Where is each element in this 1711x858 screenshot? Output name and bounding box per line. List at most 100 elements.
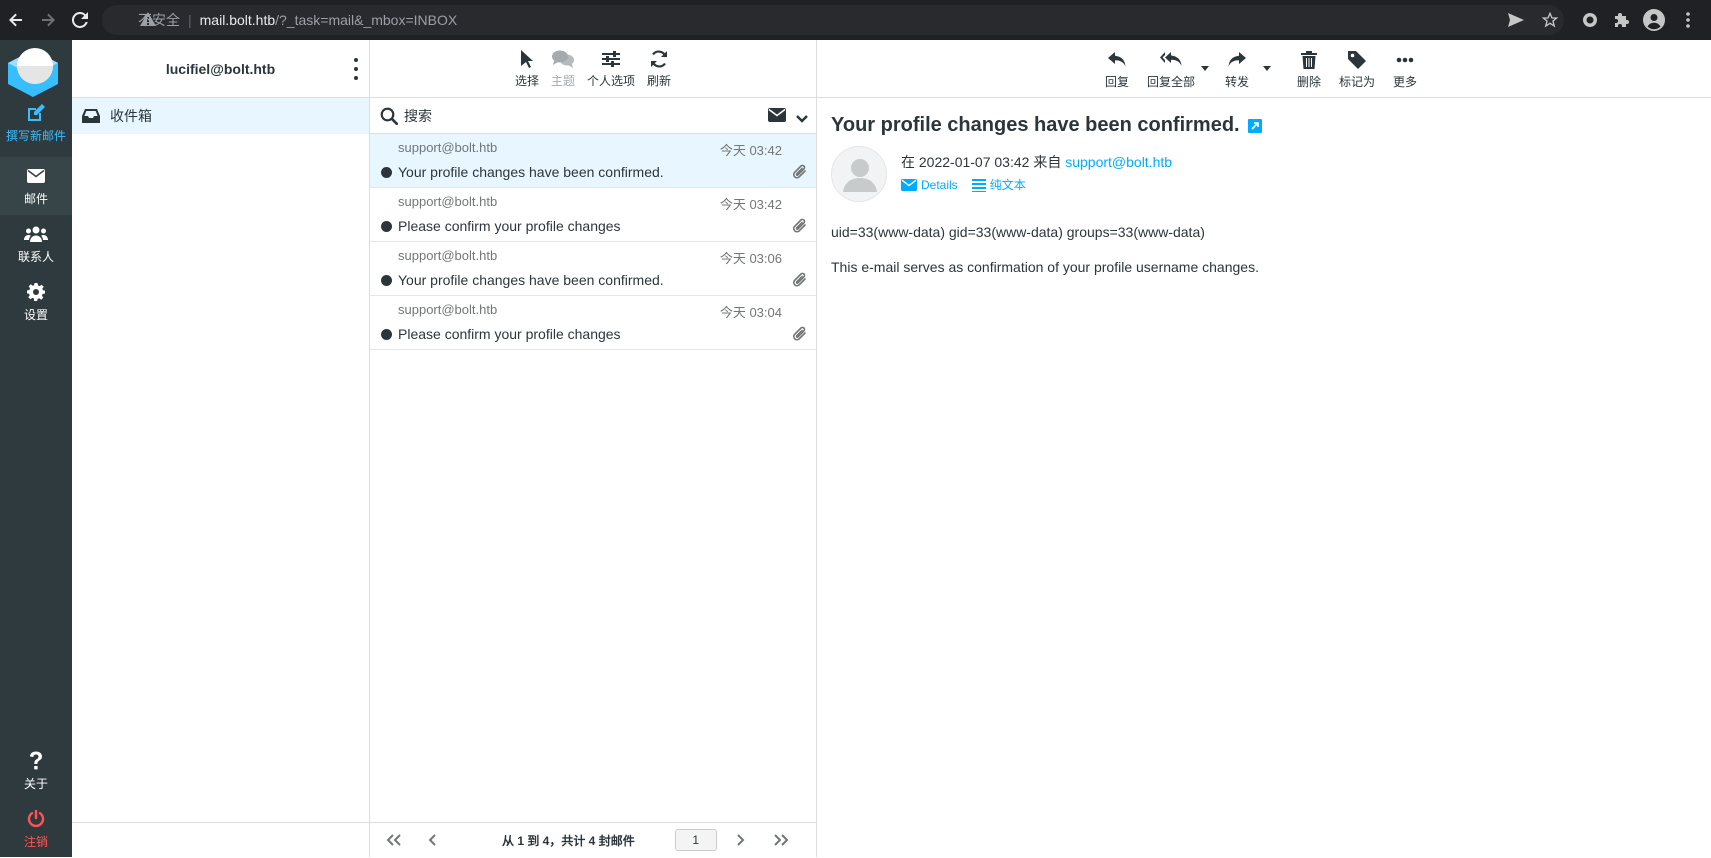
chevron-left-icon: [428, 834, 436, 846]
url-path: /?_task=mail&_mbox=INBOX: [275, 12, 458, 28]
url-host: mail.bolt.htb: [199, 12, 276, 28]
nav-item-settings[interactable]: 设置: [0, 273, 72, 331]
back-button[interactable]: [0, 4, 32, 36]
previous-page-button[interactable]: [420, 834, 444, 846]
search-input[interactable]: 搜索: [404, 106, 432, 126]
reload-button[interactable]: [64, 4, 96, 36]
last-page-button[interactable]: [769, 834, 793, 846]
account-icon: [1643, 9, 1665, 31]
message-toolbar: 回复 回复全部 转发 删除 标记为 更多: [817, 40, 1711, 98]
bookmark-button[interactable]: [1534, 4, 1566, 36]
refresh-button[interactable]: 刷新: [641, 40, 677, 98]
message-subject: Your profile changes have been confirmed…: [398, 272, 664, 288]
select-button[interactable]: 选择: [509, 40, 545, 98]
reply-all-button[interactable]: 回复全部: [1141, 40, 1201, 98]
logout-button[interactable]: 注销: [0, 800, 72, 858]
options-label: 个人选项: [587, 74, 636, 88]
message-subject: Please confirm your profile changes: [398, 218, 621, 234]
browser-menu-button[interactable]: [1672, 4, 1704, 36]
puzzle-icon: [1615, 13, 1629, 27]
nav-item-mail[interactable]: 邮件: [0, 157, 72, 215]
envelope-icon: [901, 178, 917, 191]
users-icon: [24, 223, 48, 245]
first-page-button[interactable]: [382, 834, 406, 846]
folder-panel: lucifiel@bolt.htb 收件箱: [72, 40, 370, 857]
nav-item-contacts[interactable]: 联系人: [0, 215, 72, 273]
attachment-icon: [792, 325, 808, 346]
envelope-icon: [27, 165, 45, 187]
star-icon: [1542, 12, 1558, 28]
refresh-label: 刷新: [647, 74, 672, 88]
reply-button[interactable]: 回复: [1099, 40, 1135, 98]
folder-menu-button[interactable]: [351, 58, 361, 80]
logout-label: 注销: [23, 835, 48, 849]
search-bar[interactable]: 搜索: [370, 98, 816, 134]
forward-dropdown-icon[interactable]: [1263, 66, 1271, 71]
double-chevron-left-icon: [386, 834, 401, 846]
message-list-panel: 选择 主题 个人选项 刷新 搜索 support@bolt.htb 今天 03:…: [370, 40, 817, 857]
inbox-icon: [82, 109, 102, 123]
message-from: support@bolt.htb: [398, 248, 498, 263]
forward-icon: [1228, 49, 1246, 71]
attachment-icon: [792, 271, 808, 292]
address-bar[interactable]: 不安全 | mail.bolt.htb /?_task=mail&_mbox=I…: [102, 5, 1564, 35]
mark-label: 标记为: [1339, 74, 1376, 89]
plaintext-link[interactable]: 纯文本: [971, 176, 1026, 193]
unread-dot-icon[interactable]: [381, 329, 392, 340]
message-date: 今天 03:04: [719, 305, 782, 320]
gear-icon: [27, 281, 45, 303]
tag-icon: [1348, 49, 1366, 71]
power-icon: [27, 808, 45, 830]
send-tab-button[interactable]: [1500, 4, 1532, 36]
attachment-icon: [792, 163, 808, 184]
more-button[interactable]: 更多: [1387, 40, 1423, 98]
folder-item-inbox[interactable]: 收件箱: [72, 98, 369, 134]
sender-link[interactable]: support@bolt.htb: [1065, 154, 1172, 170]
open-in-new-window-icon[interactable]: [1247, 118, 1262, 133]
message-subject-heading: Your profile changes have been confirmed…: [831, 114, 1262, 137]
unread-dot-icon[interactable]: [381, 221, 392, 232]
compose-button[interactable]: 撰写新邮件: [0, 94, 72, 152]
message-date: 今天 03:42: [719, 143, 782, 158]
reply-all-dropdown-icon[interactable]: [1201, 66, 1209, 71]
nav-item-about[interactable]: 关于: [0, 742, 72, 800]
record-icon: [1583, 13, 1597, 27]
next-page-button[interactable]: [729, 834, 753, 846]
extension-button[interactable]: [1574, 4, 1606, 36]
message-row[interactable]: support@bolt.htb 今天 03:42 Please confirm…: [370, 188, 816, 242]
message-body-line: This e-mail serves as confirmation of yo…: [831, 259, 1259, 275]
message-row[interactable]: support@bolt.htb 今天 03:04 Please confirm…: [370, 296, 816, 350]
sender-avatar: [831, 146, 887, 202]
reply-all-icon: [1160, 49, 1182, 71]
chevron-right-icon: [736, 834, 745, 846]
delete-button[interactable]: 删除: [1291, 40, 1327, 98]
page-number-input[interactable]: 1: [674, 829, 717, 851]
attachment-icon: [792, 217, 808, 238]
reload-icon: [72, 12, 88, 28]
roundcube-logo[interactable]: [4, 44, 62, 98]
list-options-button[interactable]: 个人选项: [581, 40, 641, 98]
threads-button[interactable]: 主题: [545, 40, 581, 98]
reply-label: 回复: [1105, 74, 1130, 89]
sliders-icon: [602, 48, 620, 70]
message-row[interactable]: support@bolt.htb 今天 03:42 Your profile c…: [370, 134, 816, 188]
profile-button[interactable]: [1638, 4, 1670, 36]
cursor-icon: [520, 48, 533, 70]
forward-button[interactable]: 转发: [1219, 40, 1255, 98]
unread-dot-icon[interactable]: [381, 275, 392, 286]
unread-dot-icon[interactable]: [381, 167, 392, 178]
more-vertical-icon: [1686, 12, 1690, 28]
chevron-down-icon[interactable]: [796, 110, 808, 126]
message-row[interactable]: support@bolt.htb 今天 03:06 Your profile c…: [370, 242, 816, 296]
pagination-info: 从 1 到 4，共计 4 封邮件: [502, 833, 635, 848]
message-subject: Your profile changes have been confirmed…: [398, 164, 664, 180]
compose-label: 撰写新邮件: [5, 129, 66, 143]
settings-label: 设置: [23, 308, 48, 322]
details-link[interactable]: Details: [901, 178, 958, 192]
mark-button[interactable]: 标记为: [1333, 40, 1381, 98]
search-scope-envelope-icon[interactable]: [768, 108, 786, 125]
extensions-button[interactable]: [1606, 4, 1638, 36]
forward-button[interactable]: [32, 4, 64, 36]
question-icon: [29, 750, 43, 772]
account-header: lucifiel@bolt.htb: [72, 40, 369, 98]
